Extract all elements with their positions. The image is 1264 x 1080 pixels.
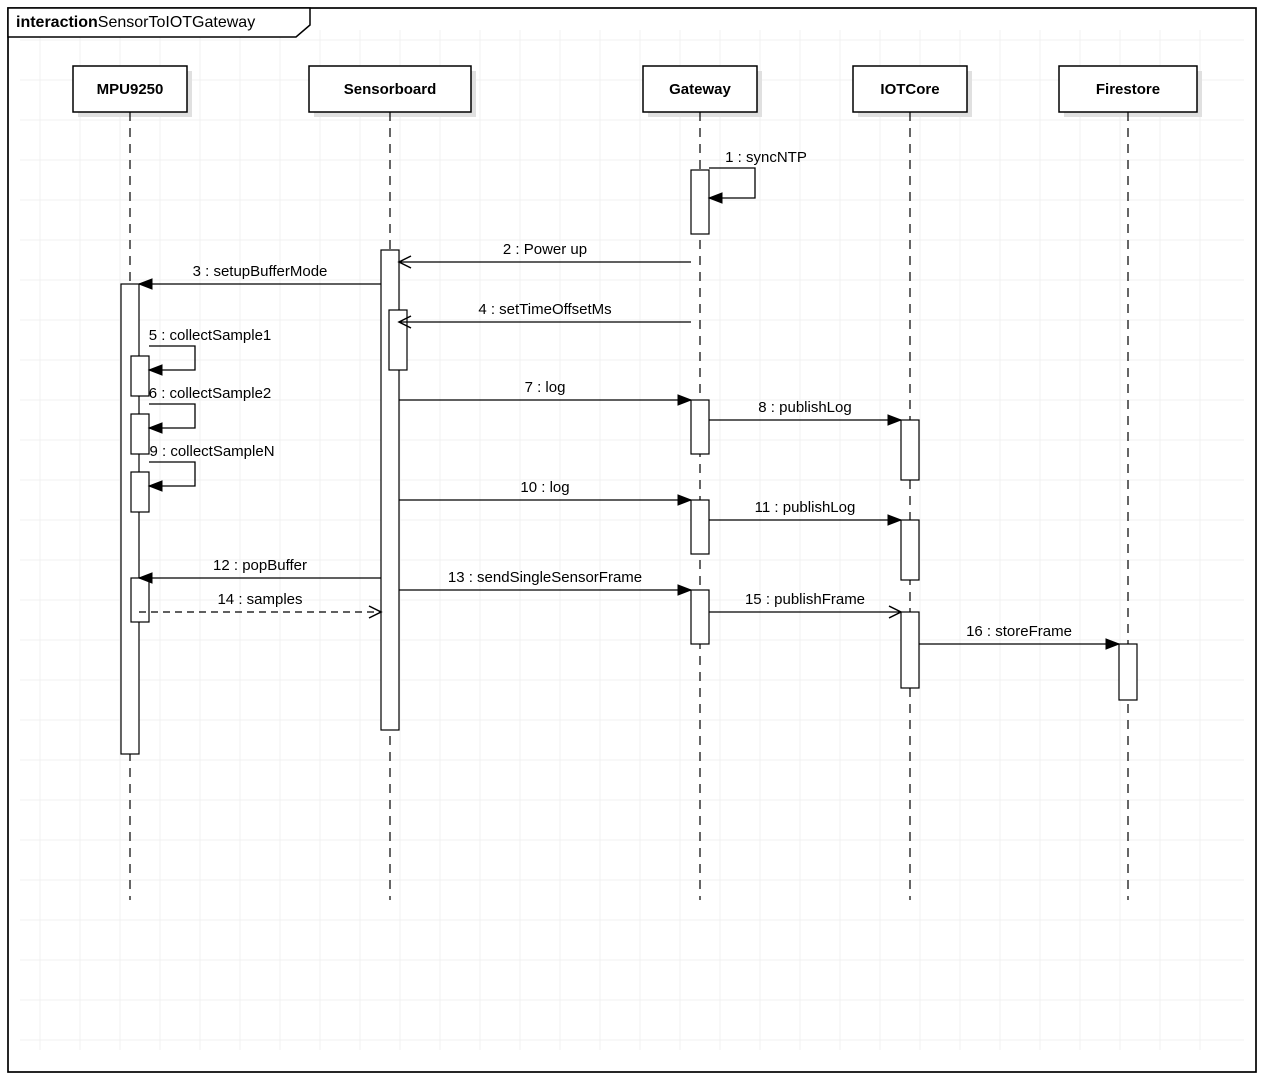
message-label-10: 10 : log [520,479,569,496]
message-label-14: 14 : samples [217,591,302,608]
message-label-9: 9 : collectSampleN [149,443,274,460]
message-9 [149,462,195,486]
interaction-frame [8,8,1256,1072]
message-6 [149,404,195,428]
message-label-3: 3 : setupBufferMode [193,263,328,280]
message-5 [149,346,195,370]
message-label-6: 6 : collectSample2 [149,385,272,402]
lifeline-label-gw: Gateway [669,81,731,98]
message-label-15: 15 : publishFrame [745,591,865,608]
lifeline-label-fs: Firestore [1096,81,1160,98]
message-label-1: 1 : syncNTP [725,149,807,166]
activation-mpu-2 [121,284,139,754]
activation-iot-7 [901,420,919,480]
lifeline-label-iot: IOTCore [880,81,939,98]
activation-mpu-11 [131,578,149,622]
frame-title: interactionSensorToIOTGateway [16,14,255,31]
message-label-7: 7 : log [525,379,566,396]
message-1 [709,168,755,198]
activation-gw-12 [691,590,709,644]
activation-mpu-8 [131,472,149,512]
message-label-5: 5 : collectSample1 [149,327,272,344]
activation-iot-13 [901,612,919,688]
message-label-11: 11 : publishLog [755,499,856,516]
message-label-8: 8 : publishLog [758,399,851,416]
activation-gw-6 [691,400,709,454]
lifeline-label-mpu: MPU9250 [97,81,164,98]
message-label-4: 4 : setTimeOffsetMs [478,301,611,318]
message-label-13: 13 : sendSingleSensorFrame [448,569,642,586]
message-label-12: 12 : popBuffer [213,557,307,574]
sequence-diagram: interactionSensorToIOTGateway MPU9250 Sens… [0,0,1264,1080]
message-label-2: 2 : Power up [503,241,587,258]
activation-mpu-4 [131,356,149,396]
activation-iot-10 [901,520,919,580]
message-label-16: 16 : storeFrame [966,623,1072,640]
activation-fs-14 [1119,644,1137,700]
activation-gw-0 [691,170,709,234]
activation-mpu-5 [131,414,149,454]
activation-gw-9 [691,500,709,554]
lifeline-label-sb: Sensorboard [344,81,437,98]
